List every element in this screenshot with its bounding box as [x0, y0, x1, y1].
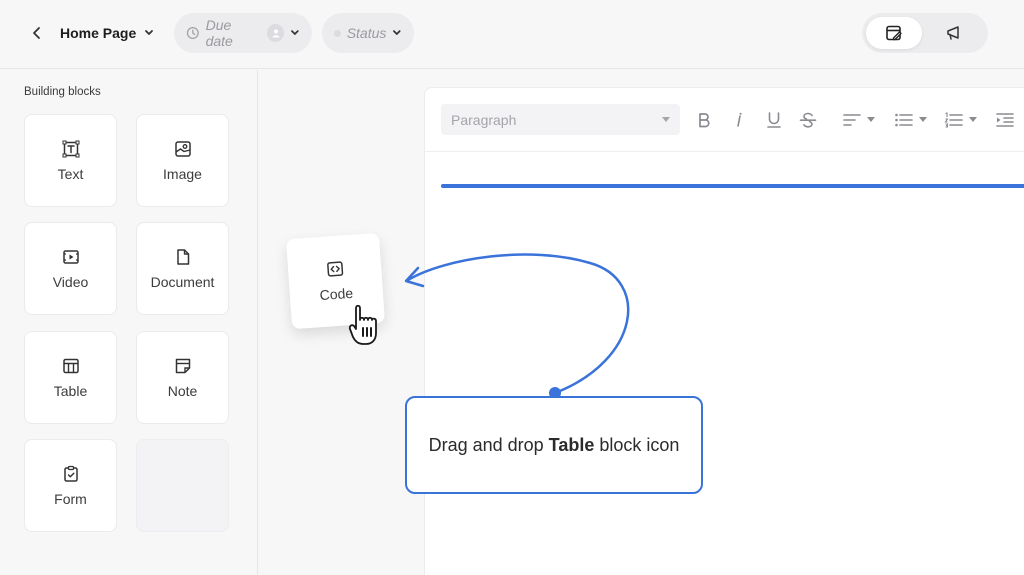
grab-cursor-icon: [348, 304, 377, 345]
instruction-callout: Drag and drop Table block icon: [405, 396, 703, 494]
callout-bold: Table: [548, 434, 595, 455]
dragging-block-label: Code: [319, 284, 354, 304]
callout-text: Drag and drop Table block icon: [428, 434, 680, 455]
code-icon: [326, 261, 343, 277]
